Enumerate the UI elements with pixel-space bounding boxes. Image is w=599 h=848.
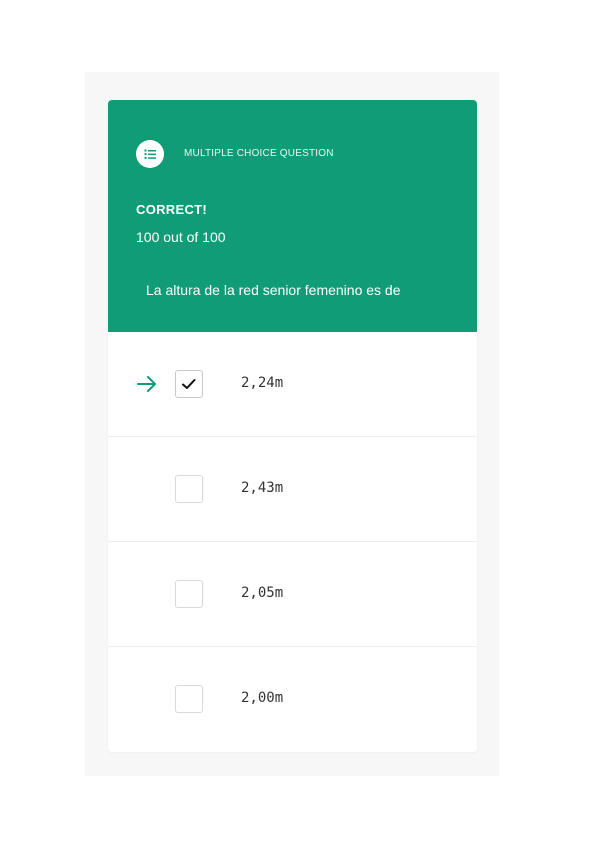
- arrow-right-icon: [135, 372, 159, 396]
- option-label: 2,24m: [241, 375, 284, 391]
- option-label: 2,43m: [241, 480, 284, 496]
- option-label: 2,00m: [241, 690, 284, 706]
- checkmark-icon: [182, 379, 196, 389]
- option-label: 2,05m: [241, 585, 284, 601]
- question-card: MULTIPLE CHOICE QUESTION CORRECT! 100 ou…: [108, 100, 477, 752]
- option-checkbox[interactable]: [175, 370, 203, 398]
- option-checkbox[interactable]: [175, 580, 203, 608]
- option-row-3[interactable]: 2,05m: [108, 542, 477, 647]
- question-type-label: MULTIPLE CHOICE QUESTION: [184, 148, 334, 159]
- result-title: CORRECT!: [136, 202, 208, 217]
- option-checkbox[interactable]: [175, 685, 203, 713]
- option-row-4[interactable]: 2,00m: [108, 647, 477, 752]
- result-score: 100 out of 100: [136, 229, 226, 245]
- option-row-2[interactable]: 2,43m: [108, 437, 477, 542]
- question-header: MULTIPLE CHOICE QUESTION CORRECT! 100 ou…: [108, 100, 477, 332]
- list-check-icon: [136, 140, 164, 168]
- option-row-1[interactable]: 2,24m: [108, 332, 477, 437]
- question-text: La altura de la red senior femenino es d…: [146, 282, 401, 298]
- option-checkbox[interactable]: [175, 475, 203, 503]
